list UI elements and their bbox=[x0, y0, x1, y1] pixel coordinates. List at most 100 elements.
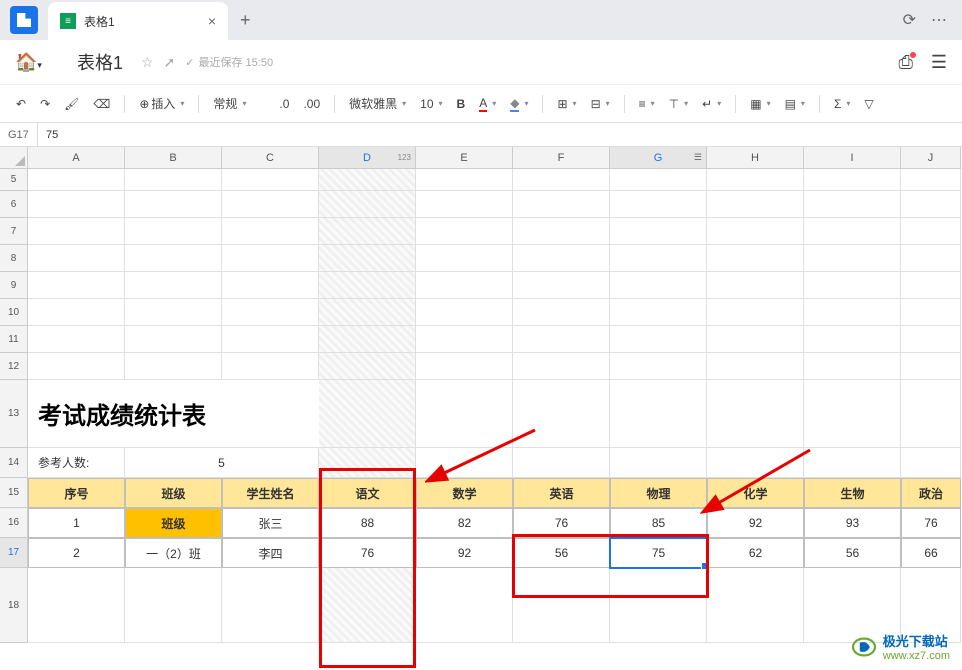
cell[interactable]: 张三 bbox=[222, 508, 319, 538]
selected-cell[interactable]: 75 bbox=[610, 538, 707, 568]
share-icon[interactable]: ⎙ bbox=[898, 52, 912, 73]
cell[interactable]: 76 bbox=[319, 538, 416, 568]
toolbar: ↶ ↷ 🖌 ⌫ ⊕ 插入 常规 .0 .00 微软雅黑 10 B A ◆ ⊞ ⊟… bbox=[0, 85, 962, 123]
cond-format-button[interactable]: ▤ bbox=[781, 94, 809, 114]
align-button[interactable]: ≡ bbox=[635, 94, 659, 114]
add-tab-button[interactable]: + bbox=[228, 10, 263, 31]
refresh-icon[interactable]: ⟳ bbox=[903, 10, 916, 30]
cell[interactable]: 56 bbox=[804, 538, 901, 568]
cell[interactable]: 62 bbox=[707, 538, 804, 568]
tab-title: 表格1 bbox=[84, 13, 200, 30]
title-cell[interactable]: 考试成绩统计表 bbox=[28, 380, 319, 448]
insert-dropdown[interactable]: ⊕ 插入 bbox=[135, 92, 188, 115]
merge-button[interactable]: ⊟ bbox=[587, 94, 614, 114]
col-header-a[interactable]: A bbox=[28, 147, 125, 169]
spreadsheet: A B C D123 E F G☰ H I J 5 6 7 8 9 10 11 … bbox=[0, 147, 962, 643]
row-header[interactable]: 14 bbox=[0, 448, 28, 478]
row-header[interactable]: 9 bbox=[0, 272, 28, 299]
cell[interactable]: 56 bbox=[513, 538, 610, 568]
header-cell[interactable]: 语文 bbox=[319, 478, 416, 508]
row-header[interactable]: 17 bbox=[0, 538, 28, 568]
app-logo[interactable] bbox=[10, 6, 38, 34]
cell[interactable]: 2 bbox=[28, 538, 125, 568]
redo-button[interactable]: ↷ bbox=[36, 94, 54, 114]
col-header-b[interactable]: B bbox=[125, 147, 222, 169]
cell-reference[interactable]: G17 bbox=[0, 123, 38, 146]
col-header-d[interactable]: D123 bbox=[319, 147, 416, 169]
format-dropdown[interactable]: 常规 bbox=[209, 92, 269, 115]
col-header-j[interactable]: J bbox=[901, 147, 961, 169]
decimal-inc-button[interactable]: .00 bbox=[299, 94, 324, 114]
valign-button[interactable]: ⊤ bbox=[665, 94, 692, 114]
header-cell[interactable]: 英语 bbox=[513, 478, 610, 508]
menu-icon[interactable]: ☰ bbox=[931, 52, 947, 73]
row-header[interactable]: 5 bbox=[0, 169, 28, 191]
font-size-dropdown[interactable]: 10 bbox=[416, 94, 446, 114]
col-header-g[interactable]: G☰ bbox=[610, 147, 707, 169]
home-icon[interactable]: 🏠▾ bbox=[15, 52, 42, 73]
row-header[interactable]: 6 bbox=[0, 191, 28, 218]
col-header-c[interactable]: C bbox=[222, 147, 319, 169]
col-header-i[interactable]: I bbox=[804, 147, 901, 169]
row-header[interactable]: 8 bbox=[0, 245, 28, 272]
freeze-button[interactable]: ▦ bbox=[746, 94, 774, 114]
exam-count-value[interactable]: 5 bbox=[125, 448, 319, 478]
cell[interactable]: 66 bbox=[901, 538, 961, 568]
select-all-corner[interactable] bbox=[0, 147, 28, 169]
row-header[interactable]: 7 bbox=[0, 218, 28, 245]
row-header[interactable]: 18 bbox=[0, 568, 28, 643]
minimize-icon[interactable]: ⋯ bbox=[931, 10, 947, 30]
cell[interactable]: 92 bbox=[707, 508, 804, 538]
header-cell[interactable]: 学生姓名 bbox=[222, 478, 319, 508]
save-status: ✓ 最近保存 15:50 bbox=[185, 54, 273, 70]
header-cell[interactable]: 序号 bbox=[28, 478, 125, 508]
undo-button[interactable]: ↶ bbox=[12, 94, 30, 114]
clear-format-button[interactable]: ⌫ bbox=[89, 94, 114, 114]
cell[interactable]: 93 bbox=[804, 508, 901, 538]
col-header-h[interactable]: H bbox=[707, 147, 804, 169]
row-header[interactable]: 13 bbox=[0, 380, 28, 448]
close-icon[interactable]: × bbox=[208, 13, 216, 29]
exam-count-label[interactable]: 参考人数: bbox=[28, 448, 125, 478]
row-header[interactable]: 11 bbox=[0, 326, 28, 353]
header-cell[interactable]: 化学 bbox=[707, 478, 804, 508]
watermark-logo bbox=[851, 636, 877, 658]
header-cell[interactable]: 生物 bbox=[804, 478, 901, 508]
cell[interactable]: 92 bbox=[416, 538, 513, 568]
cell[interactable]: 82 bbox=[416, 508, 513, 538]
cell[interactable] bbox=[28, 169, 125, 191]
cell[interactable]: 1 bbox=[28, 508, 125, 538]
font-dropdown[interactable]: 微软雅黑 bbox=[345, 92, 410, 115]
cell[interactable]: 88 bbox=[319, 508, 416, 538]
cell[interactable]: 76 bbox=[513, 508, 610, 538]
header-cell[interactable]: 物理 bbox=[610, 478, 707, 508]
header-cell[interactable]: 政治 bbox=[901, 478, 961, 508]
font-color-button[interactable]: A bbox=[475, 93, 500, 115]
move-icon[interactable]: ➚ bbox=[164, 54, 176, 71]
decimal-dec-button[interactable]: .0 bbox=[275, 94, 293, 114]
row-header[interactable]: 12 bbox=[0, 353, 28, 380]
formula-value[interactable]: 75 bbox=[38, 129, 58, 141]
border-button[interactable]: ⊞ bbox=[553, 94, 580, 114]
header-cell[interactable]: 班级 bbox=[125, 478, 222, 508]
cell[interactable]: 李四 bbox=[222, 538, 319, 568]
row-header[interactable]: 16 bbox=[0, 508, 28, 538]
doc-tab[interactable]: 表格1 × bbox=[48, 2, 228, 40]
fill-color-button[interactable]: ◆ bbox=[506, 93, 532, 115]
col-header-f[interactable]: F bbox=[513, 147, 610, 169]
filter-button[interactable]: ▽ bbox=[860, 94, 877, 114]
wrap-button[interactable]: ↵ bbox=[698, 94, 725, 114]
star-icon[interactable]: ☆ bbox=[141, 54, 154, 71]
header-cell[interactable]: 数学 bbox=[416, 478, 513, 508]
row-header[interactable]: 10 bbox=[0, 299, 28, 326]
col-header-e[interactable]: E bbox=[416, 147, 513, 169]
bold-button[interactable]: B bbox=[453, 94, 470, 114]
cell[interactable]: 一（2）班 bbox=[125, 538, 222, 568]
sum-button[interactable]: Σ bbox=[830, 94, 854, 114]
cell[interactable]: 76 bbox=[901, 508, 961, 538]
cell[interactable]: 85 bbox=[610, 508, 707, 538]
row-header[interactable]: 15 bbox=[0, 478, 28, 508]
doc-title[interactable]: 表格1 bbox=[77, 49, 123, 75]
paint-button[interactable]: 🖌 bbox=[60, 94, 83, 114]
cell[interactable]: 班级 bbox=[125, 508, 222, 538]
